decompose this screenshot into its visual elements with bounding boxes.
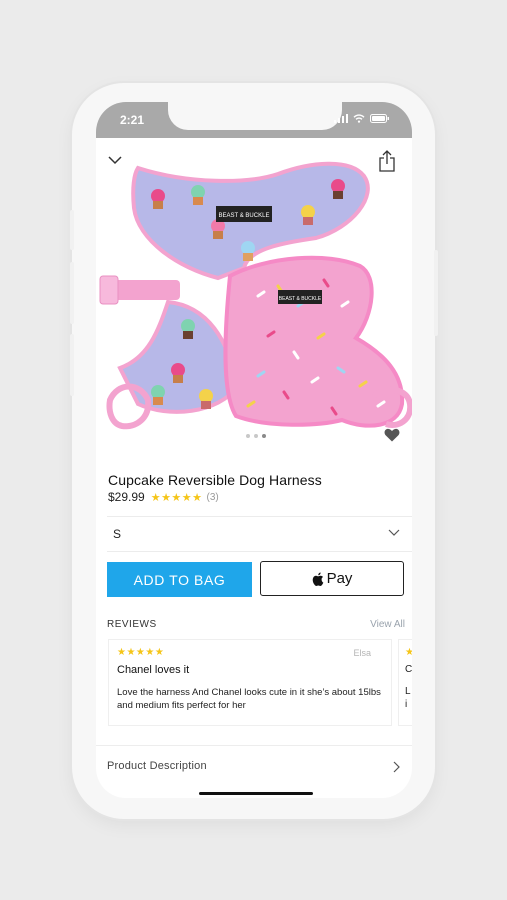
rating-count[interactable]: (3) <box>207 492 219 503</box>
rating-stars[interactable]: ★★★★★ <box>151 491 203 504</box>
review-title: Chanel loves it <box>117 664 190 676</box>
review-author: Elsa <box>353 648 371 658</box>
chevron-down-icon <box>388 529 400 536</box>
product-image[interactable]: BEAST & BUCKLE BEAST & BUCKLE <box>98 156 412 456</box>
phone-screen: 2:21 BEAST & BUCKLE BEAST & BUCKLE Cupca… <box>96 102 412 798</box>
review-title: C <box>405 664 412 675</box>
chevron-right-icon <box>393 761 400 773</box>
review-body: i <box>405 699 408 710</box>
add-to-bag-button[interactable]: ADD TO BAG <box>107 562 252 597</box>
reviews-title: REVIEWS <box>107 619 157 630</box>
brand-label-front: BEAST & BUCKLE <box>279 296 322 302</box>
pagination-dot-active[interactable] <box>262 434 266 438</box>
image-pagination[interactable] <box>246 434 266 438</box>
status-bar: 2:21 <box>96 102 412 138</box>
phone-power-button <box>434 250 438 336</box>
size-value: S <box>113 527 122 541</box>
review-body: L <box>405 686 411 697</box>
status-icons <box>334 114 390 123</box>
review-stars: ★ <box>405 647 412 658</box>
phone-volume-down-button <box>70 334 74 396</box>
apple-logo-icon <box>312 572 323 586</box>
product-title: Cupcake Reversible Dog Harness <box>108 472 322 488</box>
heart-icon[interactable] <box>384 428 400 442</box>
review-card[interactable]: ★★★★★ Elsa Chanel loves it Love the harn… <box>108 639 392 726</box>
product-description-label: Product Description <box>107 760 207 772</box>
notch <box>168 102 342 130</box>
phone-side-button <box>70 210 74 250</box>
brand-label: BEAST & BUCKLE <box>219 213 270 219</box>
pagination-dot[interactable] <box>246 434 250 438</box>
product-description-row[interactable]: Product Description <box>96 745 412 786</box>
size-selector[interactable]: S <box>107 516 412 552</box>
price-rating-row: $29.99 ★★★★★ (3) <box>108 490 219 504</box>
review-card[interactable]: ★ C L i <box>398 639 412 726</box>
home-indicator[interactable] <box>199 792 313 795</box>
apple-pay-button[interactable]: Pay <box>260 561 404 596</box>
pagination-dot[interactable] <box>254 434 258 438</box>
product-price: $29.99 <box>108 490 145 504</box>
phone-volume-up-button <box>70 262 74 324</box>
review-body: Love the harness And Chanel looks cute i… <box>117 687 381 711</box>
status-time: 2:21 <box>120 113 145 127</box>
review-stars: ★★★★★ <box>117 647 165 658</box>
apple-pay-label: Pay <box>326 570 353 587</box>
battery-icon <box>370 114 389 123</box>
cellular-signal-icon <box>334 114 348 123</box>
wifi-icon <box>353 114 365 123</box>
view-all-reviews-link[interactable]: View All <box>370 619 405 630</box>
product-page: BEAST & BUCKLE BEAST & BUCKLE Cupcake Re… <box>96 138 412 798</box>
